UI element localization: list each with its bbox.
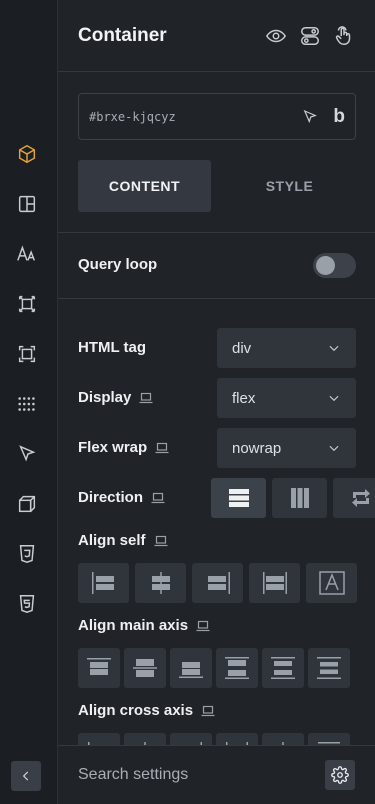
flex-wrap-text: Flex wrap (78, 439, 148, 456)
html5-icon[interactable] (14, 591, 40, 617)
html-tag-value: div (232, 339, 252, 357)
laptop-icon (151, 492, 165, 504)
direction-row-button[interactable] (211, 478, 266, 518)
align-self-baseline-button[interactable] (306, 563, 357, 603)
query-loop-toggle[interactable] (313, 253, 356, 278)
html-tag-select[interactable]: div (217, 328, 356, 368)
laptop-icon (201, 705, 215, 717)
sizing-icon[interactable] (14, 341, 40, 367)
tab-style[interactable]: STYLE (223, 160, 356, 212)
align-self-text: Align self (78, 532, 146, 549)
html-tag-text: HTML tag (78, 339, 147, 356)
panel-title: Container (78, 24, 167, 46)
align-end-icon (204, 571, 232, 595)
css3-icon[interactable] (14, 541, 40, 567)
align-center-icon (147, 571, 175, 595)
panel-header: Container (58, 0, 375, 72)
justify-start-button[interactable] (78, 648, 120, 688)
align-cross-axis-label: Align cross axis (78, 702, 215, 719)
direction-label: Direction (78, 489, 165, 506)
cursor-select-icon[interactable] (301, 108, 319, 126)
search-settings-input[interactable]: Search settings (78, 766, 325, 784)
align-baseline-icon (318, 571, 346, 595)
justify-center-button[interactable] (124, 648, 166, 688)
toggle-knob (316, 256, 335, 275)
cursor-icon[interactable] (14, 441, 40, 467)
3d-cube-icon[interactable] (14, 491, 40, 517)
display-label: Display (78, 389, 153, 406)
panel-tabs: CONTENT STYLE (78, 160, 356, 212)
direction-buttons (211, 478, 375, 518)
align-self-start-button[interactable] (78, 563, 129, 603)
align-self-stretch-button[interactable] (249, 563, 300, 603)
align-self-center-button[interactable] (135, 563, 186, 603)
reverse-arrows-icon (350, 487, 372, 509)
chevron-left-icon (19, 769, 33, 783)
justify-end-icon (178, 656, 204, 680)
justify-space-evenly-icon (316, 656, 342, 680)
gear-icon (331, 766, 349, 784)
justify-space-between-button[interactable] (216, 648, 258, 688)
columns-icon (289, 487, 311, 509)
search-settings-bar: Search settings (58, 745, 375, 804)
query-loop-text: Query loop (78, 256, 158, 273)
laptop-icon (139, 392, 153, 404)
element-id-text: #brxe-kjqcyz (89, 109, 176, 124)
align-main-axis-text: Align main axis (78, 617, 189, 634)
justify-space-between-icon (224, 656, 250, 680)
display-value: flex (232, 389, 256, 407)
divider (58, 298, 375, 299)
chevron-down-icon (327, 391, 341, 405)
settings-panel: Container #brxe-kjqcyz b CONTENT STYLE Q… (58, 0, 375, 804)
justify-space-around-button[interactable] (262, 648, 304, 688)
toggle-switches-icon[interactable] (299, 25, 321, 47)
box-icon[interactable] (14, 141, 40, 167)
typography-icon[interactable] (14, 241, 40, 267)
element-id-field[interactable]: #brxe-kjqcyz b (78, 93, 356, 140)
left-icon-rail (0, 0, 58, 804)
justify-space-evenly-button[interactable] (308, 648, 350, 688)
align-self-buttons (78, 563, 357, 603)
query-loop-label: Query loop (78, 256, 157, 273)
eye-icon[interactable] (265, 25, 287, 47)
chevron-down-icon (327, 341, 341, 355)
laptop-icon (196, 620, 210, 632)
align-self-label: Align self (78, 532, 168, 549)
layout-icon[interactable] (14, 191, 40, 217)
html-tag-label: HTML tag (78, 339, 146, 356)
flex-wrap-select[interactable]: nowrap (217, 428, 356, 468)
display-select[interactable]: flex (217, 378, 356, 418)
settings-button[interactable] (325, 760, 355, 790)
flex-wrap-value: nowrap (232, 439, 282, 457)
flex-wrap-label: Flex wrap (78, 439, 169, 456)
tab-content[interactable]: CONTENT (78, 160, 211, 212)
align-stretch-icon (261, 571, 289, 595)
chevron-down-icon (327, 441, 341, 455)
justify-end-button[interactable] (170, 648, 212, 688)
rows-icon (228, 487, 250, 509)
align-self-end-button[interactable] (192, 563, 243, 603)
grid-dots-icon[interactable] (14, 391, 40, 417)
laptop-icon (154, 535, 168, 547)
display-text: Display (78, 389, 132, 406)
justify-space-around-icon (270, 656, 296, 680)
hand-pointer-icon[interactable] (333, 25, 355, 47)
laptop-icon (155, 442, 169, 454)
align-main-axis-buttons (78, 648, 350, 688)
justify-center-icon (132, 656, 158, 680)
bricks-logo-icon[interactable]: b (333, 106, 345, 128)
direction-reverse-button[interactable] (333, 478, 375, 518)
justify-start-icon (86, 656, 112, 680)
direction-column-button[interactable] (272, 478, 327, 518)
align-main-axis-label: Align main axis (78, 617, 210, 634)
collapse-panel-button[interactable] (11, 761, 41, 791)
spacing-icon[interactable] (14, 291, 40, 317)
divider (58, 232, 375, 233)
align-start-icon (90, 571, 118, 595)
direction-text: Direction (78, 489, 144, 506)
align-cross-axis-text: Align cross axis (78, 702, 194, 719)
